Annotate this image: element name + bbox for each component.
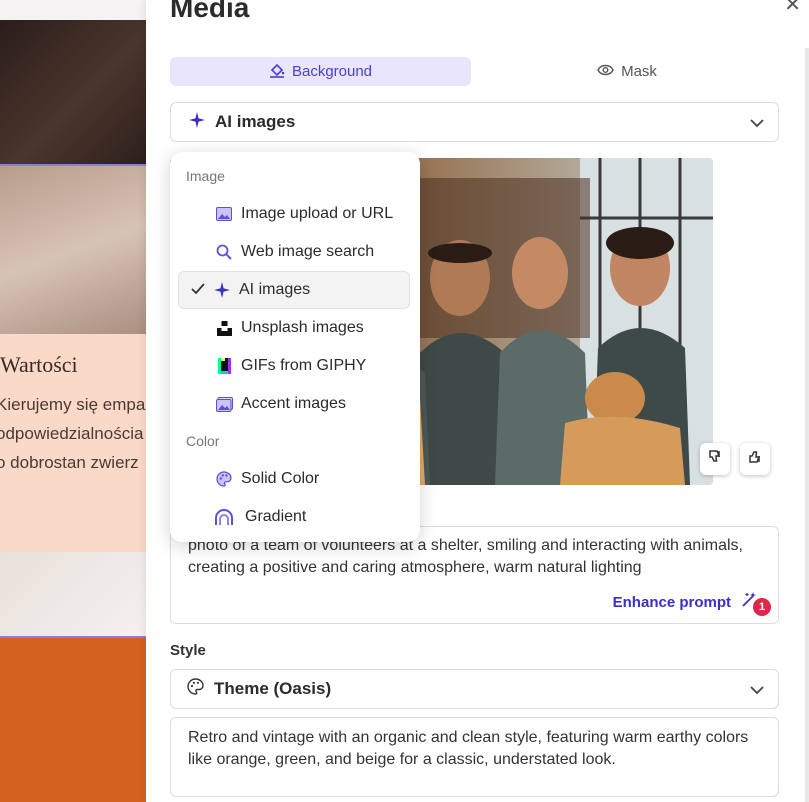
tab-background-label: Background	[291, 63, 373, 80]
accent-image-icon	[215, 395, 233, 413]
menu-item-label: GIFs from GIPHY	[241, 357, 367, 374]
notification-badge: 1	[753, 598, 771, 616]
image-source-value: AI images	[215, 112, 296, 131]
media-tabs: Background Mask	[170, 57, 779, 86]
thumbs-up-button[interactable]	[740, 443, 770, 475]
sparkle-icon	[213, 281, 231, 299]
menu-item-label: Web image search	[241, 243, 375, 260]
close-icon[interactable]: ✕	[784, 0, 801, 17]
menu-item-gradient[interactable]: Gradient	[178, 499, 410, 535]
values-text: Kierujemy się empa odpowiedzialnościa o …	[0, 395, 146, 472]
palette-icon	[215, 470, 233, 488]
menu-item-unsplash[interactable]: Unsplash images	[178, 310, 410, 346]
enhance-prompt-label: Enhance prompt	[612, 593, 731, 611]
tab-mask-label: Mask	[621, 63, 657, 80]
background-photo-top	[0, 20, 146, 164]
style-theme-value: Theme (Oasis)	[214, 679, 332, 698]
checkmark-icon	[191, 282, 205, 300]
thumbs-up-icon	[748, 449, 763, 469]
menu-item-label: Unsplash images	[241, 319, 364, 336]
style-theme-select[interactable]: Theme (Oasis)	[170, 669, 779, 709]
unsplash-icon	[215, 319, 233, 337]
background-orange-section	[0, 638, 146, 802]
background-page: Wartości Kierujemy się empa odpowiedzial…	[0, 0, 146, 802]
tab-background[interactable]: Background	[170, 57, 471, 86]
menu-item-solid-color[interactable]: Solid Color	[178, 461, 410, 497]
menu-item-label: Accent images	[241, 395, 346, 412]
menu-item-accent-images[interactable]: Accent images	[178, 386, 410, 422]
thumbs-down-button[interactable]	[700, 443, 730, 475]
values-heading: Wartości	[0, 352, 78, 377]
giphy-icon	[215, 357, 233, 375]
background-photo-portrait	[0, 164, 146, 336]
style-label: Style	[170, 642, 206, 659]
menu-item-label: AI images	[239, 281, 311, 298]
panel-title: Media	[170, 0, 250, 23]
menu-item-label: Image upload or URL	[241, 205, 394, 222]
palette-icon	[187, 678, 204, 700]
enhance-prompt-button[interactable]: Enhance prompt	[613, 591, 758, 613]
group-label-color: Color	[186, 433, 220, 449]
background-photo-bottom	[0, 552, 146, 638]
gradient-icon	[215, 508, 233, 526]
panel-scrollbar[interactable]	[805, 48, 809, 802]
image-source-dropdown: Image Image upload or URL Web image sear…	[170, 152, 420, 542]
page-header-strip	[0, 0, 146, 20]
group-label-image: Image	[186, 168, 225, 184]
menu-item-label: Solid Color	[241, 470, 320, 487]
menu-item-label: Gradient	[245, 508, 307, 525]
image-icon	[215, 205, 233, 223]
values-section: Wartości Kierujemy się empa odpowiedzial…	[0, 334, 146, 552]
menu-item-image-upload[interactable]: Image upload or URL	[178, 196, 410, 232]
thumbs-down-icon	[708, 449, 723, 469]
sparkle-icon	[189, 111, 205, 133]
chevron-down-icon	[750, 682, 764, 700]
paint-bucket-icon	[269, 62, 285, 82]
tab-mask[interactable]: Mask	[475, 57, 779, 86]
style-description: Retro and vintage with an organic and cl…	[170, 717, 779, 797]
eye-icon	[597, 63, 614, 80]
menu-item-web-image-search[interactable]: Web image search	[178, 234, 410, 270]
search-icon	[215, 243, 233, 261]
image-source-select[interactable]: AI images	[170, 102, 779, 142]
menu-item-giphy[interactable]: GIFs from GIPHY	[178, 348, 410, 384]
style-description-text: Retro and vintage with an organic and cl…	[188, 729, 749, 768]
chevron-down-icon	[750, 115, 764, 133]
menu-item-ai-images[interactable]: AI images	[178, 271, 410, 309]
